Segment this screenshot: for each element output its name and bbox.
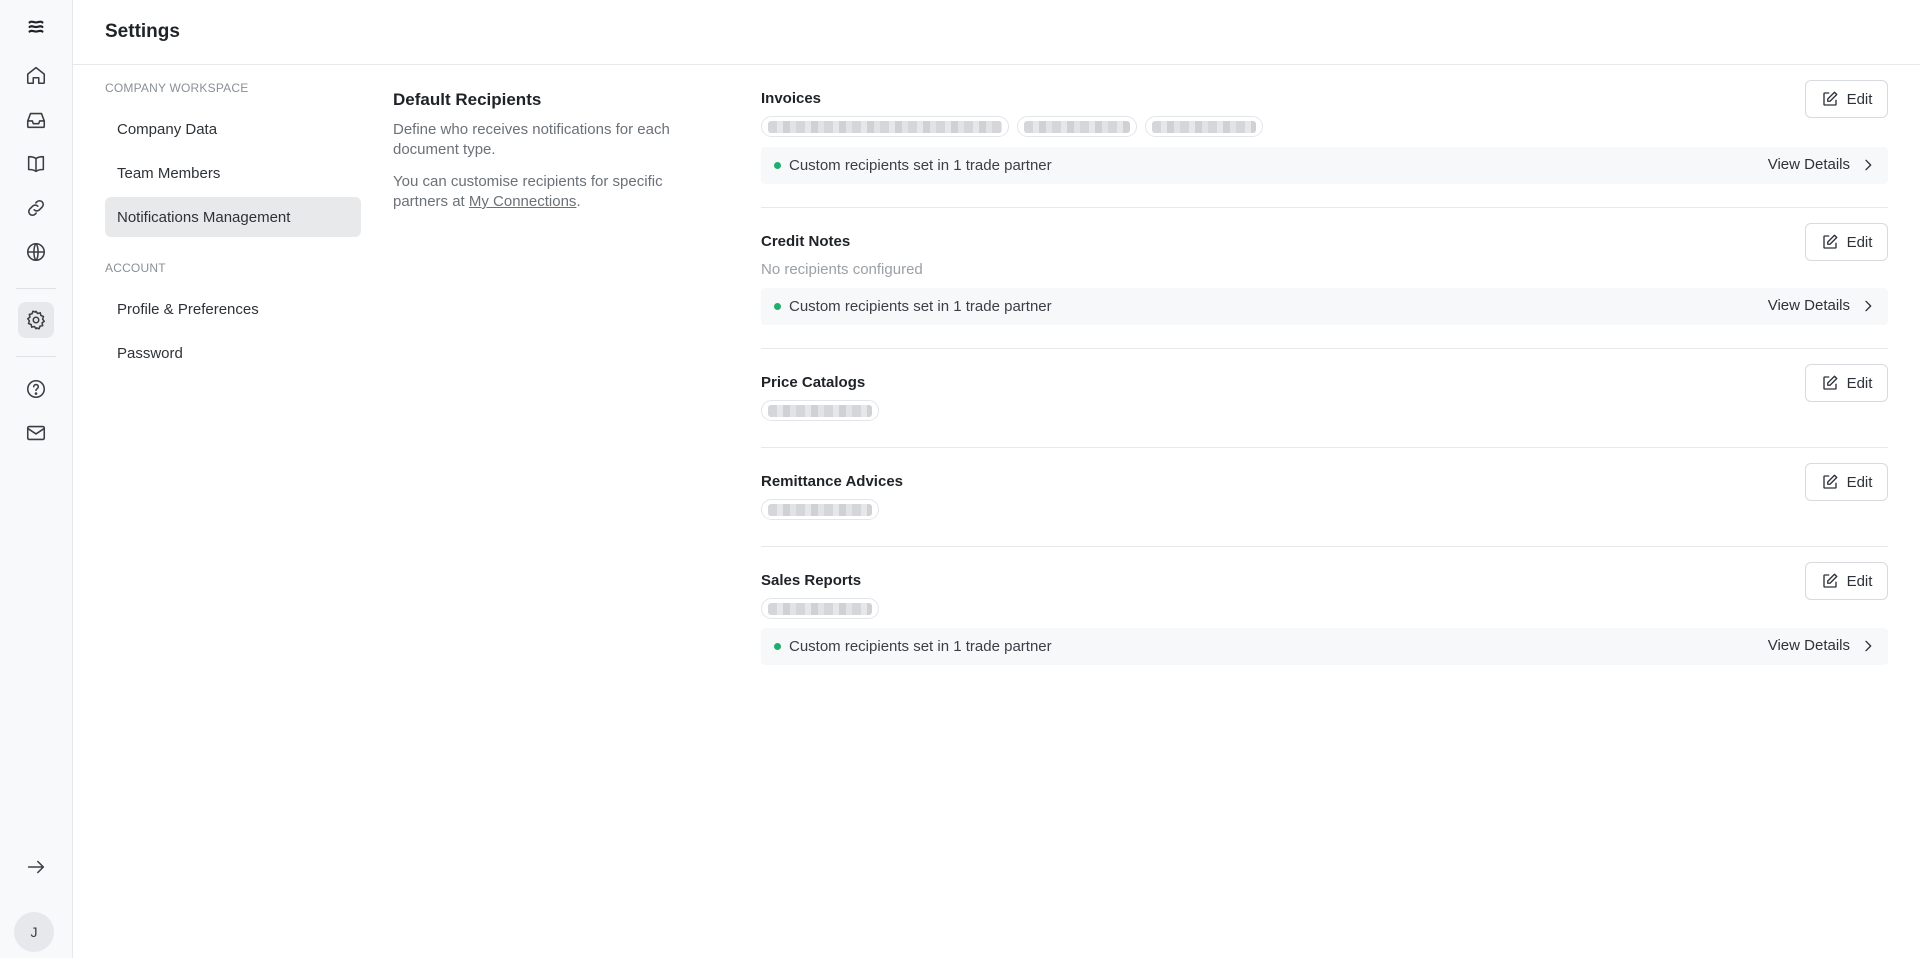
chevron-right-icon: [1865, 640, 1872, 651]
edit-button[interactable]: Edit: [1805, 80, 1888, 118]
default-recipients-description: Default Recipients Define who receives n…: [393, 90, 693, 224]
description-suffix: .: [576, 193, 581, 210]
edit-label: Edit: [1846, 374, 1873, 392]
page-header: Settings: [73, 0, 1920, 65]
view-details-link[interactable]: View Details: [1768, 156, 1876, 173]
custom-recipients-text: Custom recipients set in 1 trade partner: [789, 157, 1052, 174]
description-connections-text: You can customise recipients for specifi…: [393, 172, 693, 212]
edit-label: Edit: [1846, 90, 1873, 108]
status-dot: [774, 162, 781, 169]
help-icon[interactable]: [18, 371, 54, 407]
logo-icon[interactable]: [18, 9, 54, 45]
recipient-chip: [761, 598, 879, 619]
sidebar-item-label: Team Members: [117, 164, 221, 182]
recipient-chips: [761, 499, 879, 520]
collapse-arrow-icon[interactable]: [18, 849, 54, 885]
doc-type-title: Price Catalogs: [761, 374, 866, 391]
mail-icon[interactable]: [18, 415, 54, 451]
sidebar-item-label: Password: [117, 344, 183, 362]
status-dot: [774, 303, 781, 310]
divider: [761, 447, 1888, 448]
edit-button[interactable]: Edit: [1805, 463, 1888, 501]
no-recipients-text: No recipients configured: [761, 261, 923, 278]
sidebar-item-label: Profile & Preferences: [117, 300, 259, 318]
custom-recipients-text: Custom recipients set in 1 trade partner: [789, 298, 1052, 315]
doc-type-title: Remittance Advices: [761, 473, 904, 490]
edit-label: Edit: [1846, 572, 1873, 590]
sidebar-item-team-members[interactable]: Team Members: [105, 153, 361, 193]
description-text: Define who receives notifications for ea…: [393, 121, 670, 158]
edit-button[interactable]: Edit: [1805, 364, 1888, 402]
view-details-label: View Details: [1767, 297, 1850, 314]
edit-icon: [1822, 375, 1837, 390]
edit-button[interactable]: Edit: [1805, 223, 1888, 261]
recipient-chips: [761, 116, 1263, 137]
view-details-label: View Details: [1767, 156, 1850, 173]
page-title: Settings: [105, 21, 180, 42]
recipient-chip: [761, 499, 879, 520]
divider: [761, 546, 1888, 547]
edit-icon: [1822, 573, 1837, 588]
custom-recipients-text: Custom recipients set in 1 trade partner: [789, 638, 1052, 655]
view-details-link[interactable]: View Details: [1768, 637, 1876, 654]
doc-type-title: Invoices: [761, 90, 822, 107]
doc-type-title: Sales Reports: [761, 572, 862, 589]
avatar[interactable]: J: [14, 912, 54, 952]
view-details-link[interactable]: View Details: [1768, 297, 1876, 314]
recipient-chip: [761, 400, 879, 421]
home-icon[interactable]: [18, 57, 54, 93]
sidebar-item-company-data[interactable]: Company Data: [105, 109, 361, 149]
recipient-chips: [761, 400, 879, 421]
divider: [761, 207, 1888, 208]
sidebar-item-profile-preferences[interactable]: Profile & Preferences: [105, 289, 361, 329]
section-title: Default Recipients: [393, 90, 542, 109]
recipient-chip: [1017, 116, 1137, 137]
sidebar-item-password[interactable]: Password: [105, 333, 361, 373]
edit-icon: [1822, 234, 1837, 249]
edit-icon: [1822, 474, 1837, 489]
custom-recipients-row: Custom recipients set in 1 trade partner…: [761, 147, 1888, 184]
chevron-right-icon: [1865, 300, 1872, 311]
edit-icon: [1822, 91, 1837, 106]
divider: [761, 348, 1888, 349]
edit-label: Edit: [1846, 233, 1873, 251]
nav-rail: J: [0, 0, 73, 958]
doc-type-title: Credit Notes: [761, 233, 851, 250]
chevron-right-icon: [1865, 159, 1872, 170]
recipient-chip: [1145, 116, 1263, 137]
recipient-chip: [761, 116, 1009, 137]
sidebar-section-account: ACCOUNT: [105, 261, 166, 275]
book-icon[interactable]: [18, 146, 54, 182]
inbox-icon[interactable]: [18, 102, 54, 138]
status-dot: [774, 643, 781, 650]
link-icon[interactable]: [18, 190, 54, 226]
globe-icon[interactable]: [18, 234, 54, 270]
edit-label: Edit: [1846, 473, 1873, 491]
sidebar-item-notifications-management[interactable]: Notifications Management: [105, 197, 361, 237]
sidebar-section-company: COMPANY WORKSPACE: [105, 81, 249, 95]
gear-icon[interactable]: [18, 302, 54, 338]
my-connections-link[interactable]: My Connections: [469, 193, 577, 210]
custom-recipients-row: Custom recipients set in 1 trade partner…: [761, 288, 1888, 325]
avatar-initial: J: [30, 924, 38, 940]
view-details-label: View Details: [1767, 637, 1850, 654]
sidebar-item-label: Notifications Management: [117, 208, 291, 226]
custom-recipients-row: Custom recipients set in 1 trade partner…: [761, 628, 1888, 665]
sidebar-item-label: Company Data: [117, 120, 218, 138]
edit-button[interactable]: Edit: [1805, 562, 1888, 600]
recipient-chips: [761, 598, 879, 619]
